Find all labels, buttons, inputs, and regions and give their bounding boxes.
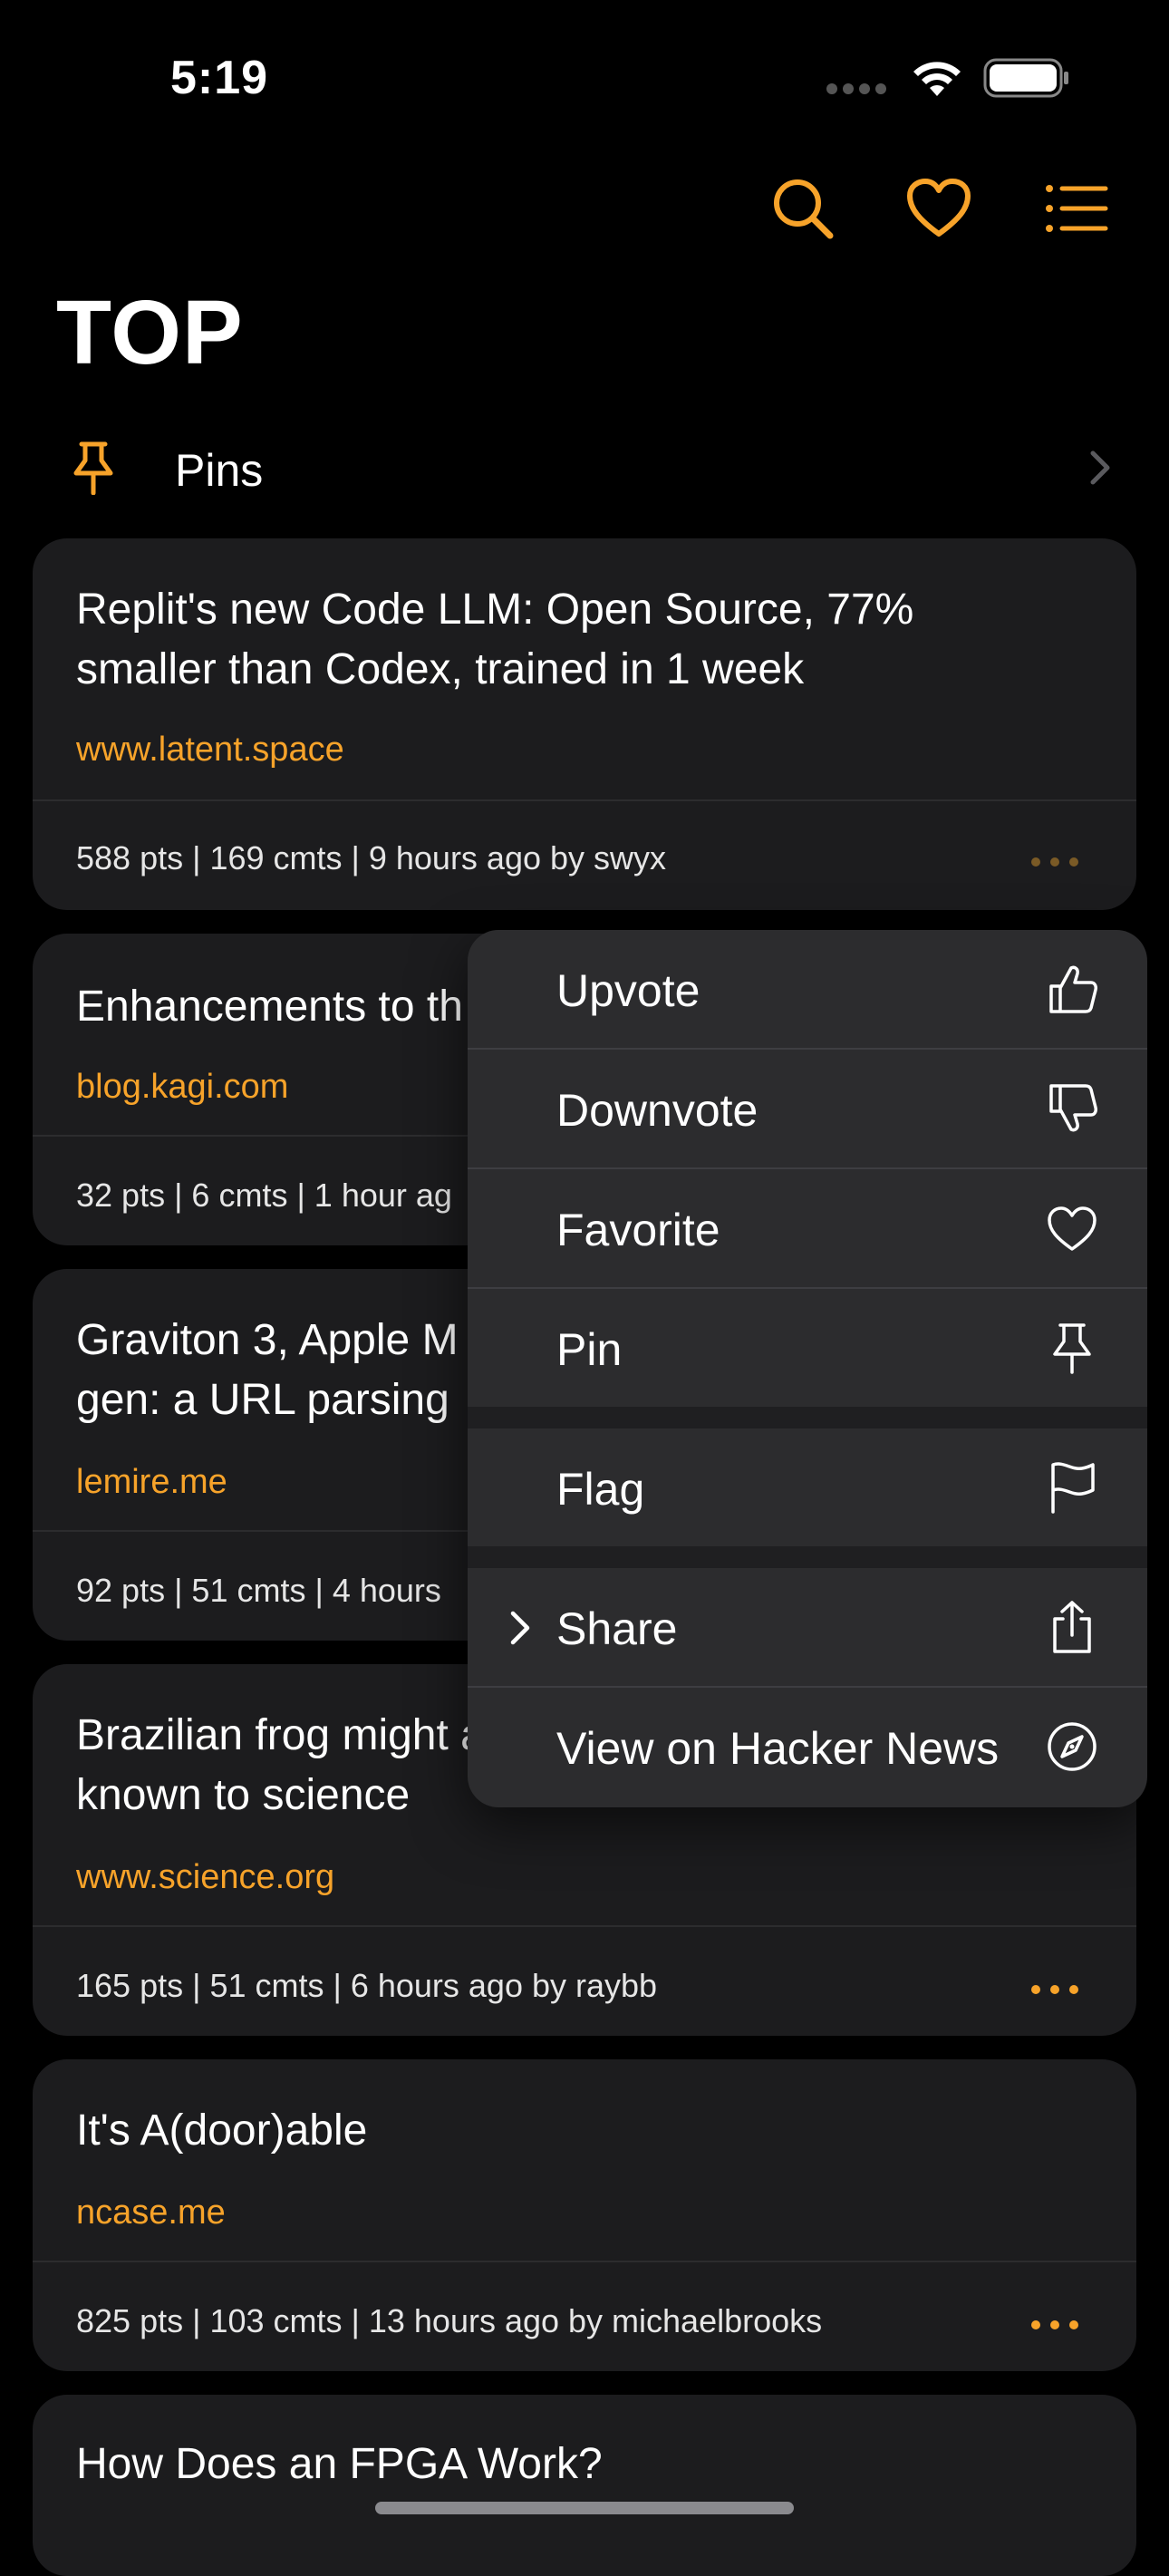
story-domain[interactable]: ncase.me (76, 2193, 226, 2232)
menu-item-upvote[interactable]: Upvote (468, 930, 1147, 1048)
menu-item-pin[interactable]: Pin (468, 1289, 1147, 1407)
heart-icon[interactable] (903, 172, 975, 245)
battery-icon (983, 58, 1068, 98)
status-time: 5:19 (170, 52, 269, 104)
pin-icon (1053, 1323, 1091, 1374)
heart-icon (1048, 1206, 1097, 1251)
menu-item-share[interactable]: Share (468, 1568, 1147, 1686)
page-title: TOP (56, 282, 244, 383)
thumbs-down-icon (1049, 1084, 1097, 1132)
story-title[interactable]: How Does an FPGA Work? (76, 2435, 991, 2494)
share-icon (1053, 1601, 1091, 1653)
chevron-right-icon (510, 1611, 530, 1645)
menu-item-downvote[interactable]: Downvote (468, 1050, 1147, 1167)
menu-section-gap (468, 1407, 1147, 1428)
home-indicator[interactable] (375, 2502, 794, 2514)
story-card[interactable]: How Does an FPGA Work? (33, 2395, 1136, 2576)
pins-label: Pins (175, 445, 264, 496)
context-menu: Upvote Downvote Favorite Pin Flag Share … (468, 930, 1147, 1807)
more-options-icon[interactable] (1031, 2319, 1078, 2331)
menu-item-favorite[interactable]: Favorite (468, 1169, 1147, 1287)
story-meta: 92 pts | 51 cmts | 4 hours (76, 1572, 441, 1609)
more-options-icon[interactable] (1031, 856, 1078, 868)
story-meta: 588 pts | 169 cmts | 9 hours ago by swyx (76, 839, 667, 876)
list-icon[interactable] (1040, 172, 1113, 245)
menu-item-label: Favorite (556, 1205, 720, 1255)
story-title[interactable]: Replit's new Code LLM: Open Source, 77% … (76, 580, 991, 700)
menu-item-view-on-hn[interactable]: View on Hacker News (468, 1688, 1147, 1806)
menu-item-label: Upvote (556, 965, 700, 1016)
menu-item-label: View on Hacker News (556, 1723, 1000, 1774)
story-meta: 825 pts | 103 cmts | 13 hours ago by mic… (76, 2302, 823, 2339)
menu-item-label: Pin (556, 1324, 623, 1375)
more-options-icon[interactable] (1031, 1983, 1078, 1996)
chevron-right-icon (1090, 450, 1110, 485)
compass-icon (1048, 1722, 1097, 1771)
story-domain[interactable]: lemire.me (76, 1463, 227, 1502)
story-card[interactable]: Replit's new Code LLM: Open Source, 77% … (33, 538, 1136, 910)
flag-icon (1051, 1462, 1095, 1514)
story-title[interactable]: It's A(door)able (76, 2101, 991, 2161)
story-domain[interactable]: www.science.org (76, 1858, 334, 1897)
pin-icon (73, 441, 113, 495)
story-domain[interactable]: blog.kagi.com (76, 1068, 288, 1107)
menu-item-label: Share (556, 1603, 678, 1654)
menu-item-label: Flag (556, 1464, 645, 1515)
pins-row[interactable]: Pins (0, 426, 1169, 508)
menu-item-label: Downvote (556, 1085, 758, 1136)
divider (33, 799, 1136, 801)
story-meta: 165 pts | 51 cmts | 6 hours ago by raybb (76, 1967, 658, 2004)
wifi-icon (913, 62, 961, 96)
menu-section-gap (468, 1546, 1147, 1568)
thumbs-up-icon (1049, 965, 1097, 1013)
cellular-signal-icon (826, 83, 892, 96)
story-meta: 32 pts | 6 cmts | 1 hour ag (76, 1177, 452, 1214)
story-domain[interactable]: www.latent.space (76, 731, 344, 770)
divider (33, 1925, 1136, 1927)
divider (33, 2261, 1136, 2262)
search-icon[interactable] (767, 172, 839, 245)
story-card[interactable]: It's A(door)able ncase.me 825 pts | 103 … (33, 2059, 1136, 2371)
story-title[interactable]: Graviton 3, Apple M gen: a URL parsing (76, 1311, 466, 1430)
menu-item-flag[interactable]: Flag (468, 1428, 1147, 1546)
